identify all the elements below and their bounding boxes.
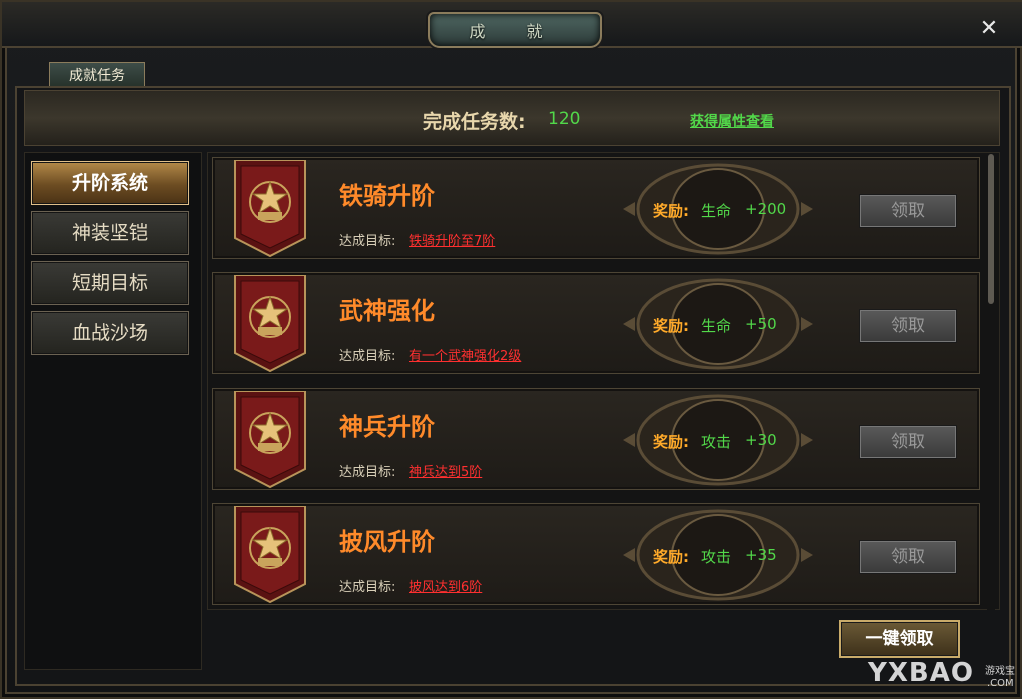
reward-attribute: 生命 bbox=[701, 317, 732, 335]
task-card: 神兵升阶 达成目标: 神兵达到5阶 奖励: 攻击 +30 领取 bbox=[212, 388, 980, 490]
reward-value: +200 bbox=[745, 200, 787, 218]
reward-attribute: 攻击 bbox=[701, 433, 732, 451]
goal-label: 达成目标: bbox=[339, 580, 396, 595]
task-card: 披风升阶 达成目标: 披风达到6阶 奖励: 攻击 +35 领取 bbox=[212, 503, 980, 605]
goal-link[interactable]: 披风达到6阶 bbox=[409, 576, 482, 595]
achievement-window: 成 就 ✕ 成就任务 完成任务数: 120 获得属性查看 升阶系统 神装坚铠 短… bbox=[0, 0, 1022, 699]
task-name: 铁骑升阶 bbox=[339, 182, 435, 210]
reward-attribute: 生命 bbox=[701, 202, 732, 220]
task-card: 铁骑升阶 达成目标: 铁骑升阶至7阶 奖励: 生命 +200 领取 bbox=[212, 157, 980, 259]
achievement-banner-icon bbox=[234, 160, 306, 258]
claim-button[interactable]: 领取 bbox=[859, 540, 957, 574]
tab-achievement-tasks[interactable]: 成就任务 bbox=[49, 62, 145, 88]
reward-value: +30 bbox=[745, 431, 777, 449]
reward-label: 奖励: bbox=[653, 202, 689, 220]
claim-all-button[interactable]: 一键领取 bbox=[839, 620, 960, 658]
sidebar-item-battlefield[interactable]: 血战沙场 bbox=[31, 311, 189, 355]
watermark-logo: YXBAO bbox=[868, 658, 974, 688]
watermark-domain: .COM bbox=[987, 678, 1014, 689]
achievement-banner-icon bbox=[234, 506, 306, 604]
goal-label: 达成目标: bbox=[339, 465, 396, 480]
reward-value: +50 bbox=[745, 315, 777, 333]
claim-button[interactable]: 领取 bbox=[859, 425, 957, 459]
reward-attribute: 攻击 bbox=[701, 548, 732, 566]
window-title: 成 就 bbox=[469, 22, 561, 41]
goal-link[interactable]: 有一个武神强化2级 bbox=[409, 345, 521, 364]
task-card: 武神强化 达成目标: 有一个武神强化2级 奖励: 生命 +50 领取 bbox=[212, 272, 980, 374]
task-name: 神兵升阶 bbox=[339, 413, 435, 441]
sidebar-item-short-term-goals[interactable]: 短期目标 bbox=[31, 261, 189, 305]
sidebar-item-upgrade-system[interactable]: 升阶系统 bbox=[31, 161, 189, 205]
goal-label: 达成目标: bbox=[339, 234, 396, 249]
scrollbar-thumb[interactable] bbox=[988, 154, 994, 304]
task-name: 披风升阶 bbox=[339, 528, 435, 556]
achievement-banner-icon bbox=[234, 275, 306, 373]
completed-count-value: 120 bbox=[548, 109, 581, 129]
reward-value: +35 bbox=[745, 546, 777, 564]
goal-label: 达成目标: bbox=[339, 349, 396, 364]
claim-button[interactable]: 领取 bbox=[859, 309, 957, 343]
sidebar-item-divine-armor[interactable]: 神装坚铠 bbox=[31, 211, 189, 255]
reward-label: 奖励: bbox=[653, 317, 689, 335]
completed-count-label: 完成任务数: bbox=[423, 111, 526, 133]
view-attributes-link[interactable]: 获得属性查看 bbox=[690, 111, 774, 131]
goal-link[interactable]: 神兵达到5阶 bbox=[409, 461, 482, 480]
watermark-subtext: 游戏宝 bbox=[985, 666, 1015, 677]
task-name: 武神强化 bbox=[339, 297, 435, 325]
goal-link[interactable]: 铁骑升阶至7阶 bbox=[409, 230, 495, 249]
reward-label: 奖励: bbox=[653, 548, 689, 566]
reward-label: 奖励: bbox=[653, 433, 689, 451]
close-icon[interactable]: ✕ bbox=[974, 14, 1004, 44]
achievement-banner-icon bbox=[234, 391, 306, 489]
claim-button[interactable]: 领取 bbox=[859, 194, 957, 228]
